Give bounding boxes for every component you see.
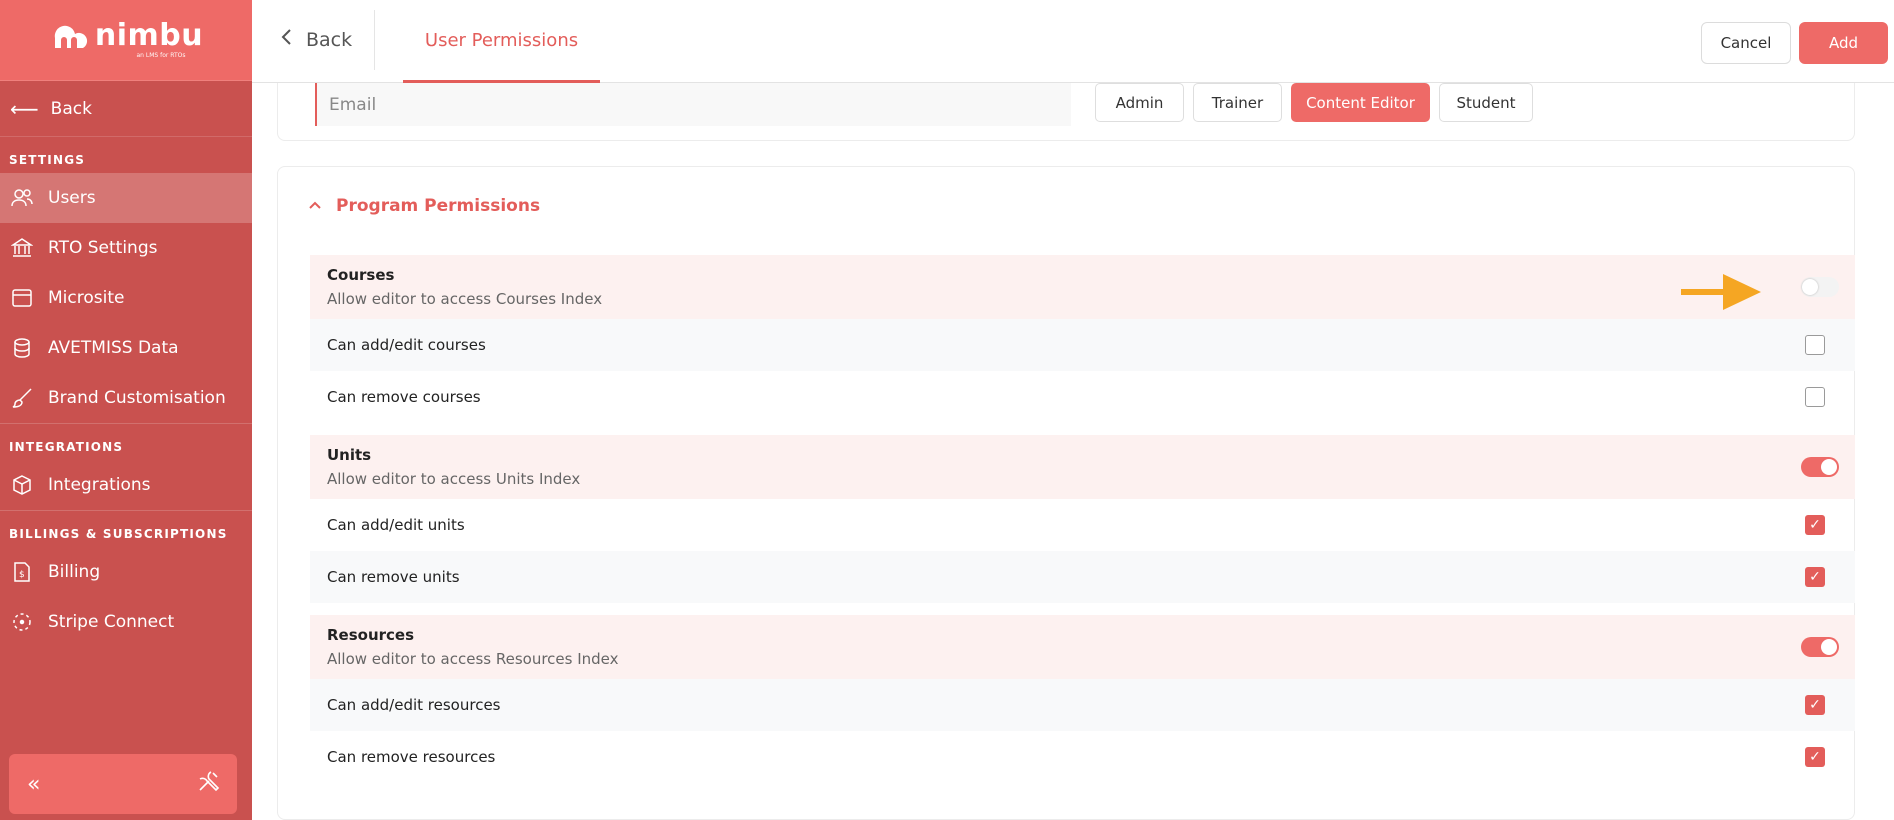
sidebar-section-integrations: INTEGRATIONS <box>9 440 124 454</box>
chevron-left-icon <box>280 28 292 51</box>
role-student-button[interactable]: Student <box>1439 83 1533 122</box>
logo[interactable]: nimbu an LMS for RTOs <box>0 0 252 81</box>
arrow-left-icon: ⟵ <box>10 96 39 121</box>
group-description: Allow editor to access Courses Index <box>327 290 603 308</box>
orange-arrow-icon <box>1681 274 1761 310</box>
permission-label: Can remove courses <box>327 388 481 406</box>
chevron-up-icon <box>308 198 322 214</box>
sidebar-item-avetmiss-data[interactable]: AVETMISS Data <box>0 323 252 373</box>
group-description: Allow editor to access Units Index <box>327 470 581 488</box>
role-admin-button[interactable]: Admin <box>1095 83 1184 122</box>
tools-icon[interactable] <box>197 769 221 799</box>
remove-resources-checkbox[interactable]: ✓ <box>1805 747 1825 767</box>
add-edit-resources-checkbox[interactable]: ✓ <box>1805 695 1825 715</box>
cancel-button[interactable]: Cancel <box>1701 22 1791 64</box>
double-chevron-left-icon[interactable]: « <box>27 772 40 797</box>
sidebar-item-stripe-connect[interactable]: Stripe Connect <box>0 597 252 647</box>
database-icon <box>10 336 34 360</box>
top-header: Back User Permissions Cancel Add <box>252 0 1894 83</box>
sidebar-item-label: RTO Settings <box>48 238 158 258</box>
sidebar-item-rto-settings[interactable]: RTO Settings <box>0 223 252 273</box>
courses-access-toggle[interactable] <box>1801 277 1839 297</box>
sidebar-item-label: Billing <box>48 562 101 582</box>
group-description: Allow editor to access Resources Index <box>327 650 619 668</box>
sidebar-item-label: Users <box>48 188 96 208</box>
group-title: Resources <box>327 626 415 644</box>
sidebar-item-label: Brand Customisation <box>48 388 226 408</box>
permission-group-units: Units Allow editor to access Units Index <box>310 435 1855 499</box>
header-back-link[interactable]: Back <box>280 28 352 51</box>
permission-row: Can add/edit resources ✓ <box>310 679 1855 731</box>
permission-label: Can add/edit units <box>327 516 465 534</box>
resources-access-toggle[interactable] <box>1801 637 1839 657</box>
add-edit-units-checkbox[interactable]: ✓ <box>1805 515 1825 535</box>
permission-row: Can remove courses <box>310 371 1855 423</box>
sidebar-section-billings: BILLINGS & SUBSCRIPTIONS <box>9 527 228 541</box>
cloud-logo-icon <box>54 25 87 48</box>
sidebar-item-label: Microsite <box>48 288 125 308</box>
tab-user-permissions[interactable]: User Permissions <box>403 0 600 83</box>
brush-icon <box>10 386 34 410</box>
permission-row: Can add/edit units ✓ <box>310 499 1855 551</box>
group-title: Units <box>327 446 372 464</box>
header-divider <box>374 10 375 70</box>
permission-label: Can add/edit courses <box>327 336 486 354</box>
browser-window-icon <box>10 286 34 310</box>
header-back-label: Back <box>306 28 353 51</box>
bank-icon <box>10 236 34 260</box>
role-content-editor-button[interactable]: Content Editor <box>1291 83 1430 122</box>
role-trainer-button[interactable]: Trainer <box>1193 83 1282 122</box>
permission-row: Can remove units ✓ <box>310 551 1855 603</box>
sidebar-item-label: AVETMISS Data <box>48 338 179 358</box>
group-title: Courses <box>327 266 395 284</box>
permission-label: Can remove units <box>327 568 460 586</box>
permission-row: Can add/edit courses <box>310 319 1855 371</box>
add-button[interactable]: Add <box>1799 22 1888 64</box>
permission-row: Can remove resources ✓ <box>310 731 1855 783</box>
units-access-toggle[interactable] <box>1801 457 1839 477</box>
permission-label: Can add/edit resources <box>327 696 501 714</box>
remove-units-checkbox[interactable]: ✓ <box>1805 567 1825 587</box>
users-icon <box>10 186 34 210</box>
program-permissions-card: Program Permissions Courses Allow editor… <box>277 166 1855 820</box>
sidebar-item-billing[interactable]: $ Billing <box>0 547 252 597</box>
sidebar: nimbu an LMS for RTOs ⟵ Back SETTINGS Us… <box>0 0 252 820</box>
sidebar-item-integrations[interactable]: Integrations <box>0 460 252 510</box>
sidebar-footer: « <box>9 754 237 814</box>
sidebar-section-settings: SETTINGS <box>9 153 86 167</box>
sidebar-item-label: Stripe Connect <box>48 612 175 632</box>
permission-label: Can remove resources <box>327 748 496 766</box>
program-permissions-title: Program Permissions <box>336 196 541 216</box>
remove-courses-checkbox[interactable] <box>1805 387 1825 407</box>
sidebar-item-microsite[interactable]: Microsite <box>0 273 252 323</box>
add-edit-courses-checkbox[interactable] <box>1805 335 1825 355</box>
logo-text: nimbu <box>94 18 204 53</box>
sidebar-item-label: Integrations <box>48 475 151 495</box>
permission-group-courses: Courses Allow editor to access Courses I… <box>310 255 1855 319</box>
svg-text:$: $ <box>19 570 25 580</box>
permission-group-resources: Resources Allow editor to access Resourc… <box>310 615 1855 679</box>
email-field[interactable]: Email <box>315 83 1071 126</box>
sidebar-item-brand-customisation[interactable]: Brand Customisation <box>0 373 252 423</box>
program-permissions-toggle[interactable]: Program Permissions <box>308 196 540 216</box>
logo-tagline: an LMS for RTOs <box>136 52 186 59</box>
sidebar-back-label: Back <box>50 98 92 119</box>
connect-icon <box>10 610 34 634</box>
user-form-card: Email Admin Trainer Content Editor Stude… <box>277 83 1855 141</box>
invoice-icon: $ <box>10 560 34 584</box>
sidebar-back-link[interactable]: ⟵ Back <box>0 81 252 137</box>
sidebar-item-users[interactable]: Users <box>0 173 252 223</box>
cube-icon <box>10 473 34 497</box>
